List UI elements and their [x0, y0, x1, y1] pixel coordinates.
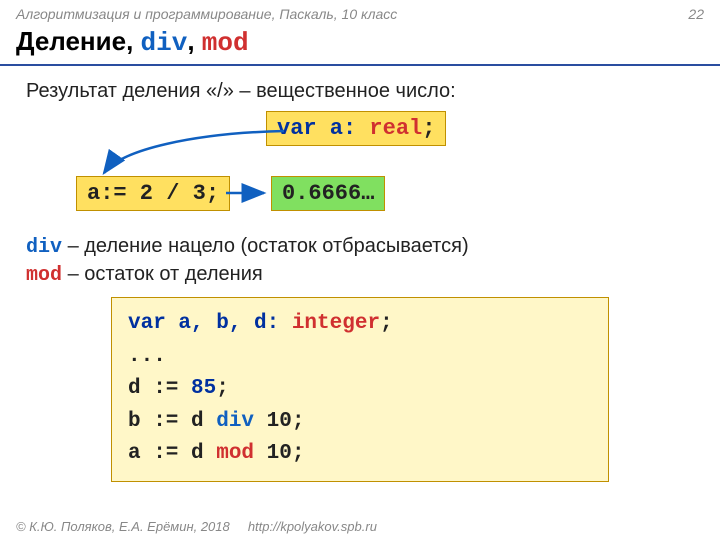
code-block: var a, b, d: integer; ... d := 85; b := …	[111, 297, 609, 482]
code-line-1: var a, b, d: integer;	[128, 308, 592, 341]
div-explanation: div – деление нацело (остаток отбрасывае…	[26, 235, 694, 259]
assign-code: a:= 2 / 3;	[87, 181, 219, 206]
div-keyword: div	[26, 236, 62, 259]
assignment-box: a:= 2 / 3;	[76, 176, 230, 211]
slide-content: Результат деления «/» – вещественное чис…	[0, 66, 720, 482]
footer-url: http://kpolyakov.spb.ru	[248, 519, 377, 534]
mod-explanation: mod – остаток от деления	[26, 263, 694, 287]
slide-title: Деление, div, mod	[0, 24, 720, 66]
code-line-2: ...	[128, 341, 592, 374]
title-text: Деление,	[16, 26, 141, 56]
breadcrumb: Алгоритмизация и программирование, Паска…	[16, 6, 397, 22]
var-post: ;	[422, 116, 435, 141]
intro-text: Результат деления «/» – вещественное чис…	[26, 80, 694, 103]
slide-header: Алгоритмизация и программирование, Паска…	[0, 0, 720, 24]
title-sep: ,	[187, 26, 201, 56]
var-declaration-box: var a: real;	[266, 111, 446, 146]
title-keyword-div: div	[141, 28, 188, 58]
code-line-5: a := d mod 10;	[128, 438, 592, 471]
result-box: 0.6666…	[271, 176, 385, 211]
slide-footer: © К.Ю. Поляков, Е.А. Ерёмин, 2018 http:/…	[0, 515, 720, 540]
var-type: real	[369, 116, 422, 141]
curve-arrow-icon	[104, 131, 284, 173]
var-pre: var a:	[277, 116, 369, 141]
title-keyword-mod: mod	[202, 28, 249, 58]
div-text: – деление нацело (остаток отбрасывается)	[62, 235, 469, 257]
mod-text: – остаток от деления	[62, 263, 263, 285]
mod-keyword: mod	[26, 264, 62, 287]
copyright: © К.Ю. Поляков, Е.А. Ерёмин, 2018	[16, 519, 230, 534]
code-line-4: b := d div 10;	[128, 406, 592, 439]
result-value: 0.6666…	[282, 181, 374, 206]
example-stage: var a: real; a:= 2 / 3; 0.6666…	[26, 111, 694, 231]
page-number: 22	[688, 6, 704, 22]
code-line-3: d := 85;	[128, 373, 592, 406]
